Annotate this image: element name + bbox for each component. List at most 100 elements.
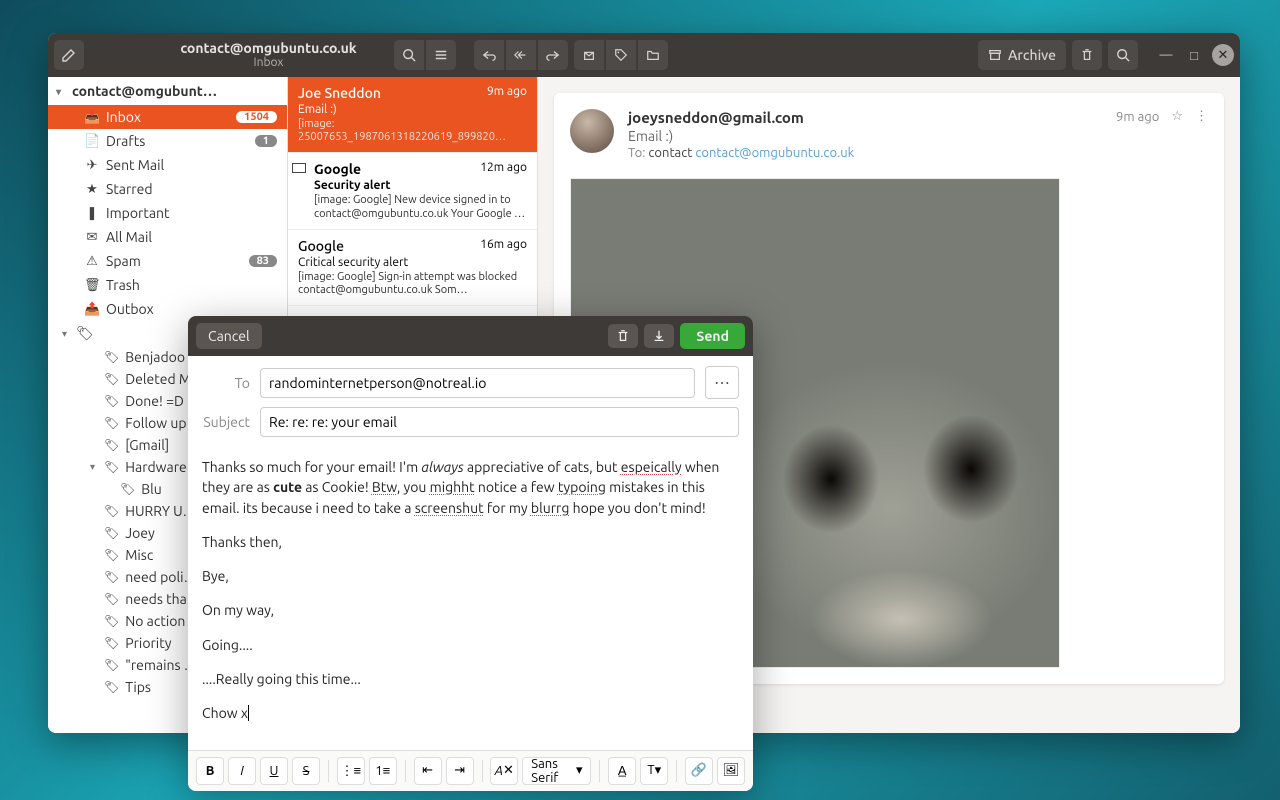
tag-icon: 🏷 [104, 548, 119, 562]
star-icon: ★ [84, 182, 100, 197]
archive-button[interactable]: Archive [978, 40, 1066, 70]
drafts-icon: 📄 [84, 134, 100, 149]
italic-button[interactable]: I [228, 757, 256, 785]
close-window-button[interactable]: ✕ [1212, 44, 1234, 66]
reader-from: joeysneddon@gmail.com [628, 109, 854, 126]
clear-format-button[interactable]: A✕ [490, 757, 518, 785]
search-button[interactable] [1108, 40, 1138, 70]
tag-icon: 🏷 [104, 394, 119, 408]
send-button[interactable]: Send [680, 323, 745, 349]
message-preview: [image: Google] Sign-in attempt was bloc… [298, 271, 527, 297]
folder-starred[interactable]: ★ Starred [48, 177, 287, 201]
subject-label: Subject [202, 414, 250, 430]
folder-label: Sent Mail [106, 157, 164, 173]
discard-button[interactable] [608, 324, 638, 348]
reply-all-button[interactable] [506, 40, 536, 70]
tag-icon: 🏷 [104, 438, 119, 452]
tag-icon: 🏷 [104, 658, 119, 672]
folder-label: Important [106, 205, 170, 221]
inbox-icon: 📥 [84, 110, 100, 125]
folder-trash[interactable]: 🗑 Trash [48, 273, 287, 297]
tag-icon: 🏷 [104, 372, 119, 386]
folder-allmail[interactable]: ✉ All Mail [48, 225, 287, 249]
forward-button[interactable] [538, 40, 568, 70]
folder-label: All Mail [106, 229, 152, 245]
window-controls: — □ ✕ [1156, 44, 1234, 66]
to-expand-button[interactable]: ⋯ [705, 366, 739, 399]
avatar [570, 109, 614, 153]
tag-button[interactable] [606, 40, 636, 70]
tag-icon: 🏷 [104, 460, 119, 474]
font-size-button[interactable]: T▾ [640, 757, 668, 785]
message-item[interactable]: Joe Sneddon 9m ago Email :) [image: 2500… [288, 77, 537, 153]
folder-important[interactable]: ❚ Important [48, 201, 287, 225]
outbox-icon: 📤 [84, 302, 100, 317]
font-select[interactable]: Sans Serif ▾ [522, 757, 591, 785]
allmail-icon: ✉ [84, 230, 100, 245]
reply-button[interactable] [474, 40, 504, 70]
bullet-list-button[interactable]: ⋮≡ [337, 757, 365, 785]
tag-icon: 🏷 [104, 350, 119, 364]
compose-new-button[interactable] [54, 40, 84, 70]
attach-button[interactable] [644, 324, 674, 348]
reader-time: 9m ago [1116, 110, 1159, 124]
account-header[interactable]: contact@omgubunt… [48, 77, 287, 105]
inbox-count-badge: 1504 [236, 111, 277, 123]
folder-label: Trash [106, 277, 140, 293]
indent-button[interactable]: ⇥ [446, 757, 474, 785]
move-folder-button[interactable] [638, 40, 668, 70]
compose-body[interactable]: Thanks so much for your email! I'm alway… [188, 449, 753, 750]
star-icon[interactable]: ☆ [1171, 109, 1183, 124]
tag-icon: 🏷 [76, 325, 94, 342]
archive-label: Archive [1008, 47, 1056, 63]
link-button[interactable]: 🔗 [685, 757, 713, 785]
folder-label: Outbox [106, 301, 154, 317]
underline-button[interactable]: U [260, 757, 288, 785]
folder-drafts[interactable]: 📄 Drafts 1 [48, 129, 287, 153]
strike-button[interactable]: S [292, 757, 320, 785]
reader-subject: Email :) [628, 128, 854, 144]
image-button[interactable]: 🖼 [717, 757, 745, 785]
maximize-button[interactable]: □ [1184, 45, 1204, 65]
bold-button[interactable]: B [196, 757, 224, 785]
title-address: contact@omgubuntu.co.uk [96, 41, 441, 56]
delete-button[interactable] [1072, 40, 1102, 70]
message-subject: Critical security alert [298, 256, 527, 269]
message-preview: [image: Google] New device signed in to … [314, 194, 527, 220]
folder-spam[interactable]: ⚠ Spam 83 [48, 249, 287, 273]
tag-icon: 🏷 [104, 526, 119, 540]
reader-to: To: contact contact@omgubuntu.co.uk [628, 146, 854, 160]
message-item[interactable]: Google 16m ago Critical security alert [… [288, 230, 537, 306]
menu-button[interactable] [426, 40, 456, 70]
more-icon[interactable]: ⋮ [1195, 109, 1208, 124]
font-color-button[interactable]: A̲ [608, 757, 636, 785]
spam-icon: ⚠ [84, 254, 100, 269]
folder-sent[interactable]: ✈ Sent Mail [48, 153, 287, 177]
folder-inbox[interactable]: 📥 Inbox 1504 [48, 105, 287, 129]
search-conv-button[interactable] [394, 40, 424, 70]
message-time: 16m ago [480, 238, 527, 251]
number-list-button[interactable]: 1≡ [369, 757, 397, 785]
folder-label: Starred [106, 181, 153, 197]
titlebar: contact@omgubuntu.co.uk Inbox [48, 33, 1240, 77]
format-toolbar: B I U S ⋮≡ 1≡ ⇤ ⇥ A✕ Sans Serif ▾ A̲ T▾ … [188, 750, 753, 791]
outdent-button[interactable]: ⇤ [414, 757, 442, 785]
window-title: contact@omgubuntu.co.uk Inbox [96, 41, 441, 70]
subject-input[interactable] [260, 407, 739, 437]
tag-icon: 🏷 [104, 636, 119, 650]
message-time: 12m ago [480, 161, 527, 174]
tag-icon: 🏷 [120, 482, 135, 496]
mark-button[interactable] [574, 40, 604, 70]
compose-toolbar: Cancel Send [188, 316, 753, 356]
message-item[interactable]: Google 12m ago Security alert [image: Go… [288, 153, 537, 229]
message-subject: Email :) [298, 103, 527, 116]
tag-icon: 🏷 [104, 614, 119, 628]
to-label: To [202, 375, 250, 391]
folder-label: Inbox [106, 109, 141, 125]
sent-icon: ✈ [84, 158, 100, 173]
to-input[interactable] [260, 368, 695, 398]
cancel-button[interactable]: Cancel [196, 323, 262, 349]
message-subject: Security alert [314, 179, 527, 192]
tag-icon: 🏷 [104, 416, 119, 430]
minimize-button[interactable]: — [1156, 45, 1176, 65]
